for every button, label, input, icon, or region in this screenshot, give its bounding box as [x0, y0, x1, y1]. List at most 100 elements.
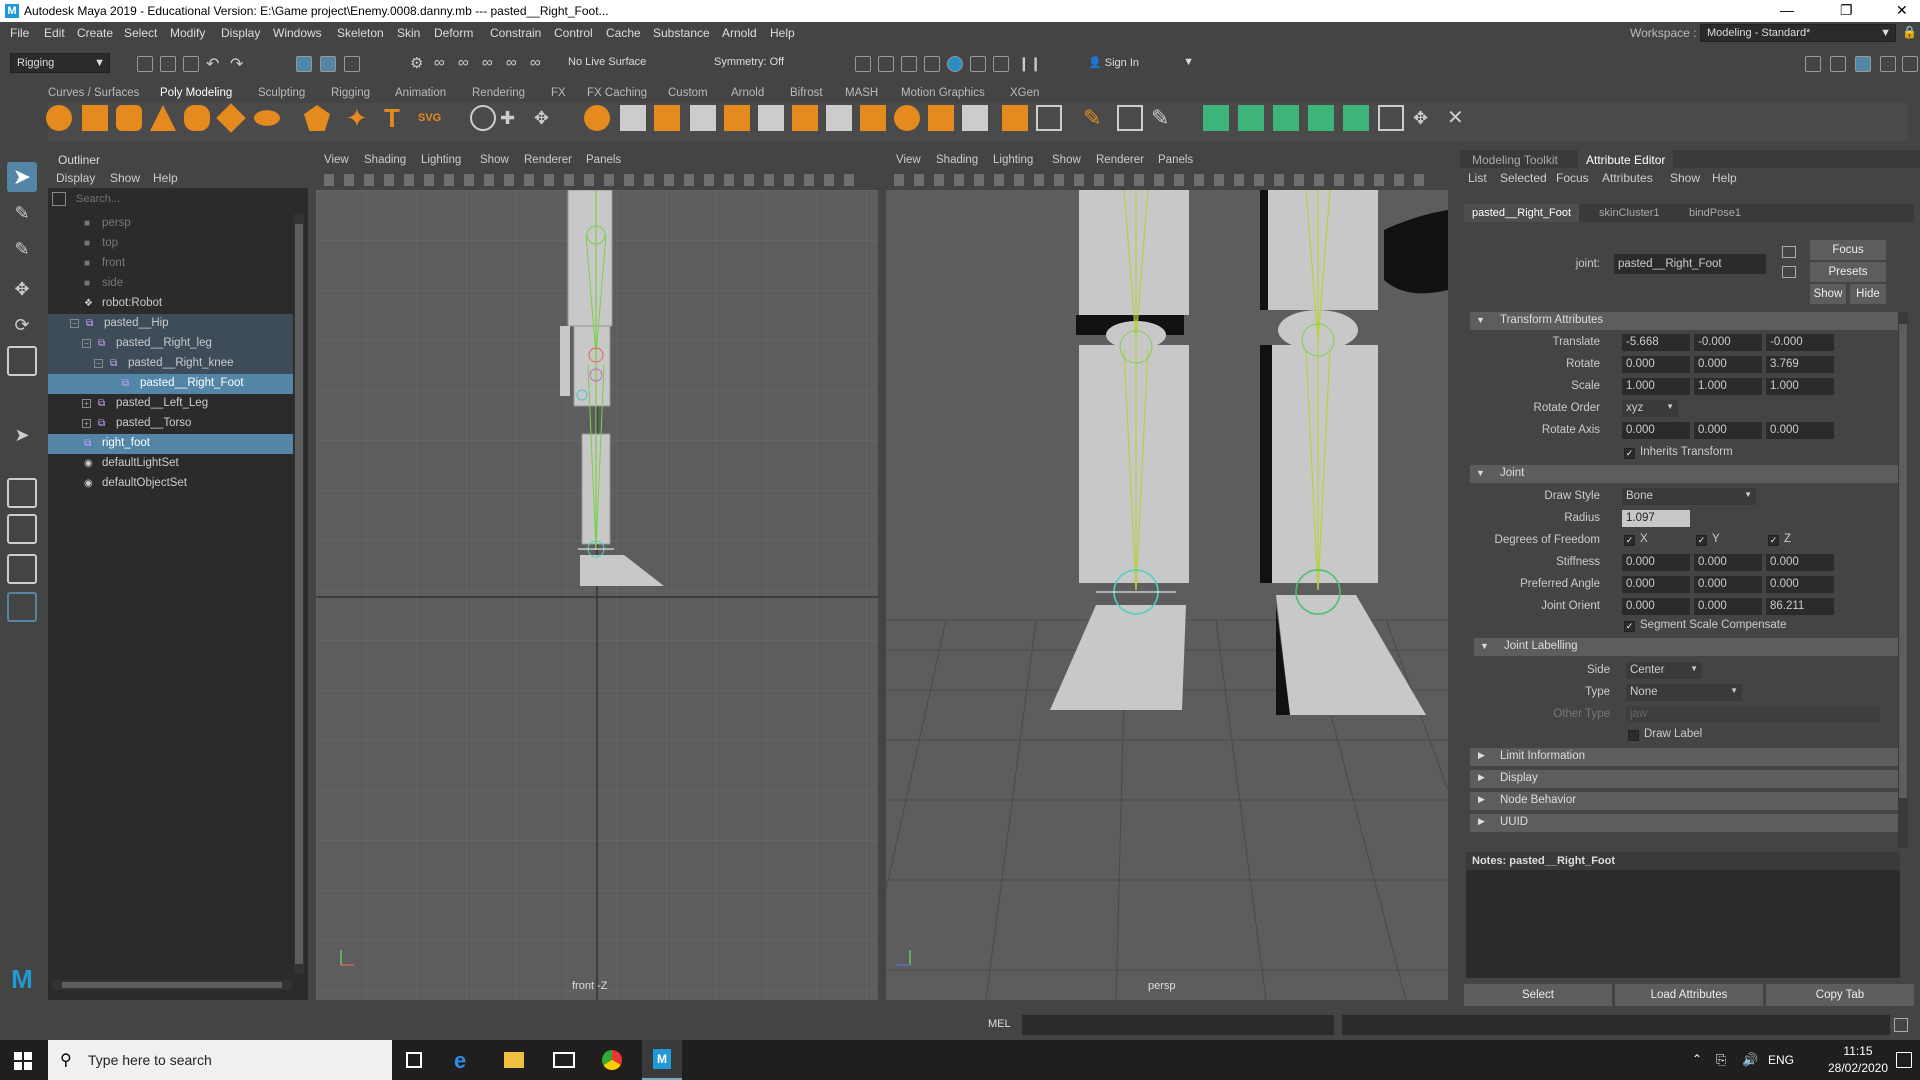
edge-browser-icon[interactable]: e: [454, 1048, 466, 1074]
channel-box-icon[interactable]: [1880, 56, 1896, 72]
select-tool-icon[interactable]: ➤: [7, 162, 37, 192]
shelf-tab-rendering[interactable]: Rendering: [472, 87, 525, 99]
preferred-angle-y-field[interactable]: 0.000: [1694, 576, 1762, 593]
sweep-mesh-icon[interactable]: ✦: [346, 105, 372, 131]
menuset-dropdown[interactable]: Rigging ▼: [10, 53, 110, 73]
render-frame-icon[interactable]: [855, 56, 871, 72]
joint-orient-y-field[interactable]: 0.000: [1694, 598, 1762, 615]
collapse-icon[interactable]: −: [70, 319, 79, 328]
render-settings-icon[interactable]: [924, 56, 940, 72]
section-uuid[interactable]: ▶ UUID: [1470, 814, 1900, 832]
section-display[interactable]: ▶ Display: [1470, 770, 1900, 788]
go-to-input-icon[interactable]: [1782, 246, 1796, 258]
shelf-tab-fx-caching[interactable]: FX Caching: [587, 87, 647, 99]
lock-icon[interactable]: 🔒: [1902, 25, 1917, 39]
windows-start-icon[interactable]: [14, 1052, 32, 1070]
clock-time[interactable]: 11:15: [1828, 1044, 1888, 1058]
fill-hole-icon[interactable]: [860, 105, 886, 131]
menu-deform[interactable]: Deform: [434, 26, 473, 40]
vp-menu-shading[interactable]: Shading: [364, 154, 406, 166]
ae-menu-list[interactable]: List: [1468, 171, 1487, 185]
dof-y-checkbox[interactable]: ✓: [1696, 535, 1707, 546]
ae-scrollbar[interactable]: [1898, 312, 1908, 848]
ae-menu-focus[interactable]: Focus: [1556, 171, 1589, 185]
mirror-icon[interactable]: [690, 105, 716, 131]
hypershade-icon[interactable]: [947, 56, 963, 72]
joint-orient-x-field[interactable]: 0.000: [1622, 598, 1690, 615]
outliner-item-default-object-set[interactable]: ◉ defaultObjectSet: [48, 474, 293, 494]
panel-toolbar-icons[interactable]: [894, 174, 1434, 186]
side-dropdown[interactable]: Center ▼: [1626, 662, 1702, 679]
notifications-icon[interactable]: [1896, 1052, 1912, 1068]
extract-icon[interactable]: [620, 105, 646, 131]
scale-tool-icon[interactable]: [7, 346, 37, 376]
minimize-icon[interactable]: —: [1780, 2, 1794, 18]
vp-menu-renderer[interactable]: Renderer: [524, 154, 572, 166]
slide-edge-icon[interactable]: ✎: [1151, 105, 1177, 131]
outliner-item-right-foot-mesh[interactable]: ⧉ right_foot: [48, 434, 293, 454]
move-tool-icon[interactable]: ✥: [7, 274, 37, 304]
rotate-x-field[interactable]: 0.000: [1622, 356, 1690, 373]
snap-pivot-icon[interactable]: ∞: [530, 54, 541, 71]
ae-menu-show[interactable]: Show: [1670, 171, 1700, 185]
outliner-menu-show[interactable]: Show: [110, 171, 140, 185]
outliner-vertical-scrollbar[interactable]: [294, 214, 304, 974]
poly-torus-icon[interactable]: [184, 105, 210, 131]
vp2-menu-renderer[interactable]: Renderer: [1096, 154, 1144, 166]
expand-icon[interactable]: +: [82, 419, 91, 428]
vp-menu-show[interactable]: Show: [480, 154, 509, 166]
outliner-item-right-knee[interactable]: − ⧉ pasted__Right_knee: [48, 354, 293, 374]
multi-cut-icon[interactable]: [928, 105, 954, 131]
stiffness-z-field[interactable]: 0.000: [1766, 554, 1834, 571]
show-button[interactable]: Show: [1810, 284, 1846, 304]
command-input[interactable]: [1022, 1015, 1334, 1035]
shelf-tab-fx[interactable]: FX: [551, 87, 566, 99]
translate-y-field[interactable]: -0.000: [1694, 334, 1762, 351]
joint-orient-z-field[interactable]: 86.211: [1766, 598, 1834, 615]
live-surface-field[interactable]: No Live Surface: [562, 53, 662, 73]
ae-menu-selected[interactable]: Selected: [1500, 171, 1547, 185]
quad-draw-icon[interactable]: [962, 105, 988, 131]
tab-modeling-toolkit[interactable]: Modeling Toolkit: [1472, 153, 1558, 167]
unfold-icon[interactable]: ✥: [1413, 105, 1439, 131]
modeling-toolkit-icon[interactable]: [1805, 56, 1821, 72]
menu-display[interactable]: Display: [221, 26, 260, 40]
four-view-layout-icon[interactable]: [7, 514, 37, 544]
preferred-angle-z-field[interactable]: 0.000: [1766, 576, 1834, 593]
select-by-object-icon[interactable]: [320, 56, 336, 72]
workspace-dropdown[interactable]: Modeling - Standard* ▼: [1700, 24, 1896, 42]
vp2-menu-view[interactable]: View: [896, 154, 921, 166]
menu-control[interactable]: Control: [554, 26, 593, 40]
tool-settings-icon[interactable]: [1855, 56, 1871, 72]
new-scene-icon[interactable]: [137, 56, 153, 72]
poly-cube-icon[interactable]: [82, 105, 108, 131]
outliner-item-persp[interactable]: ■ persp: [48, 214, 293, 234]
symmetry-field[interactable]: Symmetry: Off: [708, 53, 804, 73]
rotate-y-field[interactable]: 0.000: [1694, 356, 1762, 373]
outliner-item-side[interactable]: ■ side: [48, 274, 293, 294]
shelf-tab-mash[interactable]: MASH: [845, 87, 878, 99]
last-tool-icon[interactable]: ➤: [7, 420, 37, 450]
save-scene-icon[interactable]: [183, 56, 199, 72]
pause-icon[interactable]: ❙❙: [1018, 55, 1041, 72]
bridge-icon[interactable]: [724, 105, 750, 131]
collapse-icon[interactable]: −: [82, 339, 91, 348]
menu-modify[interactable]: Modify: [170, 26, 205, 40]
notes-textarea[interactable]: [1466, 870, 1900, 978]
presets-button[interactable]: Presets: [1810, 262, 1886, 282]
measure-tool-icon[interactable]: [470, 105, 496, 131]
spherical-map-icon[interactable]: [1273, 105, 1299, 131]
snap-point-icon[interactable]: ∞: [458, 54, 469, 71]
outliner-layout-icon[interactable]: [7, 592, 37, 622]
shelf-tab-bifrost[interactable]: Bifrost: [790, 87, 823, 99]
copy-tab-button[interactable]: Copy Tab: [1766, 984, 1914, 1006]
radius-field[interactable]: 1.097: [1622, 510, 1690, 527]
menu-arnold[interactable]: Arnold: [722, 26, 757, 40]
scale-z-field[interactable]: 1.000: [1766, 378, 1834, 395]
clock-date[interactable]: 28/02/2020: [1818, 1061, 1898, 1075]
draw-label-checkbox[interactable]: [1628, 730, 1639, 741]
shelf-tab-curves[interactable]: Curves / Surfaces: [48, 87, 139, 99]
section-joint-labelling[interactable]: ▼ Joint Labelling: [1474, 638, 1900, 656]
vp2-menu-lighting[interactable]: Lighting: [993, 154, 1033, 166]
menu-skeleton[interactable]: Skeleton: [337, 26, 384, 40]
